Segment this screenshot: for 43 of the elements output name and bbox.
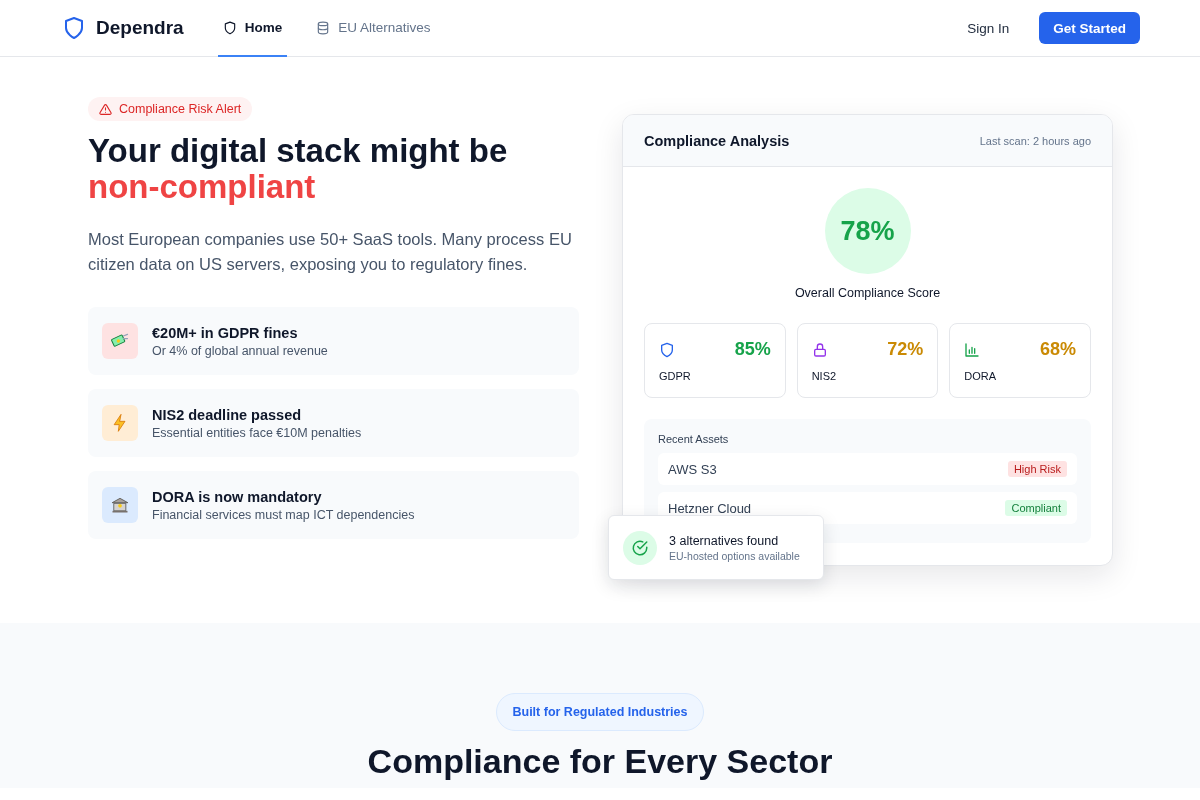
asset-name: Hetzner Cloud <box>668 500 752 516</box>
toast-title: 3 alternatives found <box>669 533 780 548</box>
bank-icon <box>110 495 130 515</box>
risk-detail: Or 4% of global annual revenue <box>152 343 328 358</box>
card-title: Compliance Analysis <box>644 132 790 149</box>
hero-heading: Your digital stack might be <box>88 133 509 169</box>
risk-detail: Financial services must map ICT dependencies <box>152 507 415 522</box>
alert-badge: Compliance Risk Alert <box>88 97 253 121</box>
warning-icon <box>99 102 112 116</box>
framework-score: 68% <box>1040 339 1076 360</box>
check-circle-icon <box>631 538 649 557</box>
database-icon <box>316 20 331 35</box>
nav-tab[interactable]: EU Alternatives <box>311 0 436 57</box>
lock-icon <box>811 341 828 358</box>
hero-heading-highlight: non-compliant <box>88 169 317 205</box>
brand-name[interactable]: Dependra <box>96 17 184 39</box>
score-circle: 78% <box>824 188 911 274</box>
framework-name: GDPR <box>659 370 692 382</box>
shield-icon <box>659 341 675 358</box>
toast-detail: EU-hosted options available <box>669 549 800 562</box>
status-badge: High Risk <box>1007 461 1067 477</box>
risk-title: €20M+ in GDPR fines <box>152 324 299 341</box>
framework-score: 72% <box>887 339 924 360</box>
asset-name: AWS S3 <box>668 461 717 477</box>
score-label: Overall Compliance Score <box>794 286 941 300</box>
nav-tab[interactable]: Home <box>217 0 288 57</box>
last-scan-text: Last scan: 2 hours ago <box>979 134 1091 147</box>
bar-chart-icon <box>964 341 981 358</box>
framework-name: DORA <box>964 370 998 382</box>
hero-subtitle: Most European companies use 50+ SaaS tools. Many process EU citizen data on US servers, exposing you to regulatory fines. <box>88 229 573 275</box>
risk-detail: Essential entities face €10M penalties <box>152 425 362 440</box>
section-heading: Compliance for Every Sector <box>367 741 833 781</box>
shield-icon <box>222 20 237 35</box>
get-started-button[interactable]: Get Started <box>1039 12 1140 44</box>
framework-score: 85% <box>734 339 771 360</box>
risk-title: DORA is now mandatory <box>152 488 323 505</box>
assets-title: Recent Assets <box>658 433 730 445</box>
status-badge: Compliant <box>1005 500 1067 516</box>
section-pill: Built for Regulated Industries <box>496 693 704 731</box>
shield-logo-icon <box>62 15 86 41</box>
sign-in-link[interactable]: Sign In <box>967 20 1010 36</box>
framework-name: NIS2 <box>811 370 838 382</box>
risk-title: NIS2 deadline passed <box>152 406 303 423</box>
